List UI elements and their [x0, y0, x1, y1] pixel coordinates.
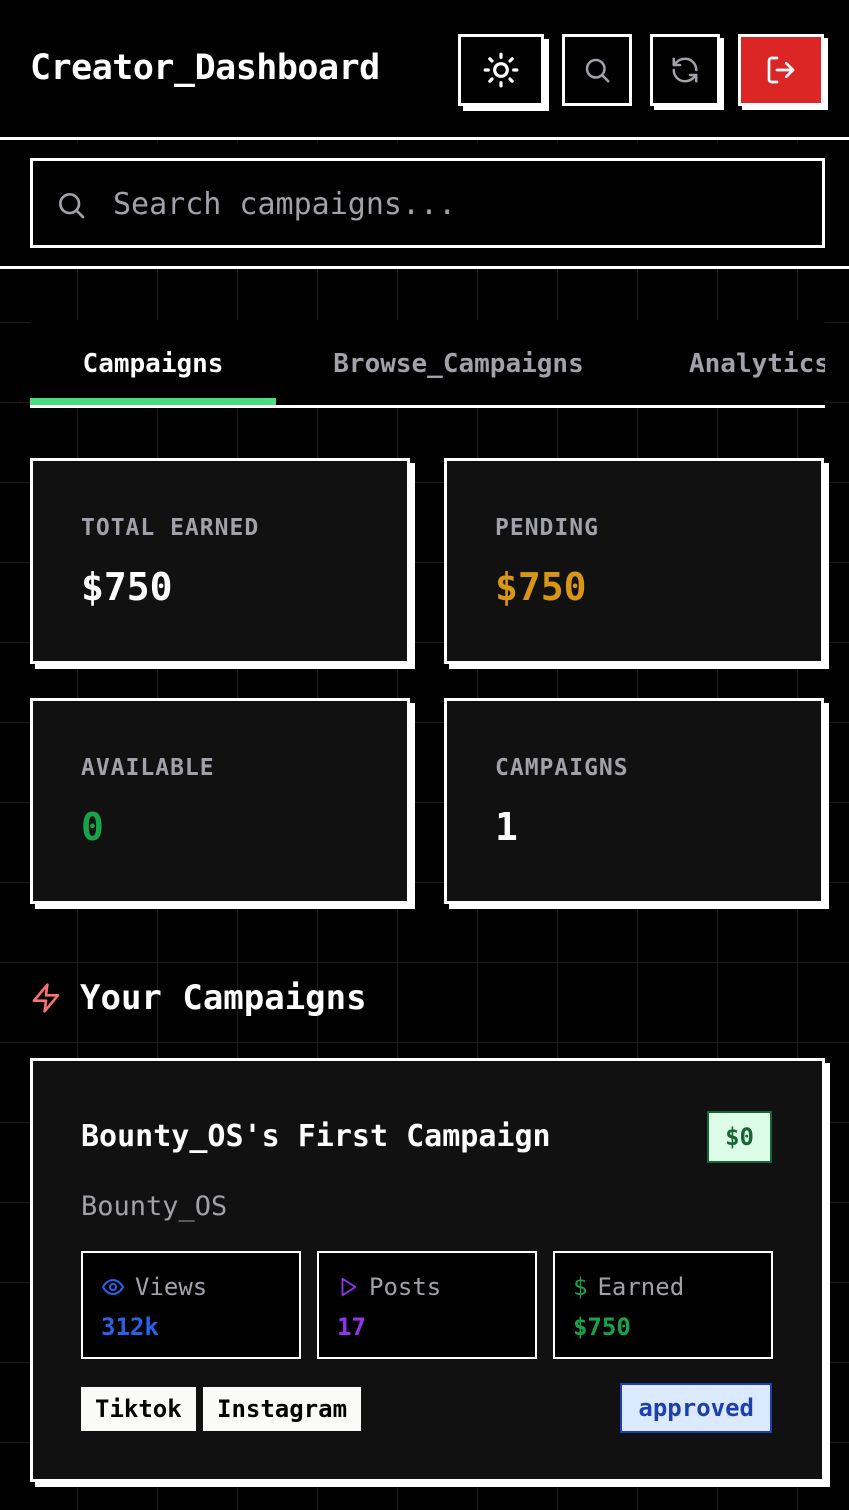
stat-label: TOTAL EARNED: [81, 515, 260, 541]
stat-label: AVAILABLE: [81, 755, 215, 781]
logout-icon: [767, 56, 795, 84]
search-icon: [585, 58, 610, 83]
stat-value: 0: [81, 805, 104, 849]
stat-value: $750: [495, 565, 587, 609]
eye-icon: [102, 1279, 124, 1295]
tab-bar: Campaigns Browse_Campaigns Analytics: [30, 320, 825, 408]
theme-toggle-button[interactable]: [458, 34, 544, 106]
active-tab-indicator: [30, 398, 276, 405]
section-heading: Your Campaigns: [30, 976, 367, 1020]
stat-label: PENDING: [495, 515, 599, 541]
play-icon: [341, 1277, 357, 1297]
app-title: Creator_Dashboard: [30, 48, 380, 88]
zap-icon: [32, 983, 60, 1013]
campaign-card[interactable]: Bounty_OS's First Campaign $0 Bounty_OS …: [30, 1058, 825, 1482]
logout-button[interactable]: [738, 34, 824, 106]
stat-value: 1: [495, 805, 518, 849]
header-search-button[interactable]: [562, 34, 632, 106]
stat-card-pending: PENDING $750: [444, 458, 824, 664]
stat-card-total-earned: TOTAL EARNED $750: [30, 458, 410, 664]
platform-tag-tiktok: Tiktok: [81, 1387, 196, 1431]
platform-tag-instagram: Instagram: [203, 1387, 362, 1431]
metric-value: 312k: [101, 1313, 159, 1341]
dollar-icon: $: [573, 1273, 588, 1301]
search-bar: [0, 143, 849, 269]
tab-browse-campaigns[interactable]: Browse_Campaigns: [276, 320, 641, 405]
metric-earned: $ Earned $750: [553, 1251, 773, 1359]
app-header: Creator_Dashboard: [0, 0, 849, 140]
tab-analytics[interactable]: Analytics: [641, 320, 825, 405]
stat-card-campaigns: CAMPAIGNS 1: [444, 698, 824, 904]
stat-card-available: AVAILABLE 0: [30, 698, 410, 904]
search-input[interactable]: [113, 181, 803, 227]
campaign-title: Bounty_OS's First Campaign: [81, 1119, 551, 1154]
metric-label: Earned: [597, 1273, 685, 1301]
refresh-icon: [672, 57, 698, 83]
metric-value: $750: [573, 1313, 631, 1341]
status-badge: approved: [620, 1383, 772, 1433]
metric-label: Views: [135, 1273, 208, 1301]
metric-views: Views 312k: [81, 1251, 301, 1359]
search-icon: [59, 193, 85, 219]
metric-posts: Posts 17: [317, 1251, 537, 1359]
refresh-button[interactable]: [650, 34, 720, 106]
sun-icon: [483, 52, 519, 88]
search-box[interactable]: [30, 158, 825, 248]
tab-campaigns[interactable]: Campaigns: [30, 320, 276, 405]
metric-label: Posts: [369, 1273, 442, 1301]
section-title: Your Campaigns: [80, 978, 367, 1018]
stat-label: CAMPAIGNS: [495, 755, 629, 781]
metric-value: 17: [337, 1313, 366, 1341]
stat-value: $750: [81, 565, 173, 609]
campaign-brand: Bounty_OS: [81, 1191, 228, 1222]
campaign-amount-badge: $0: [707, 1111, 772, 1163]
